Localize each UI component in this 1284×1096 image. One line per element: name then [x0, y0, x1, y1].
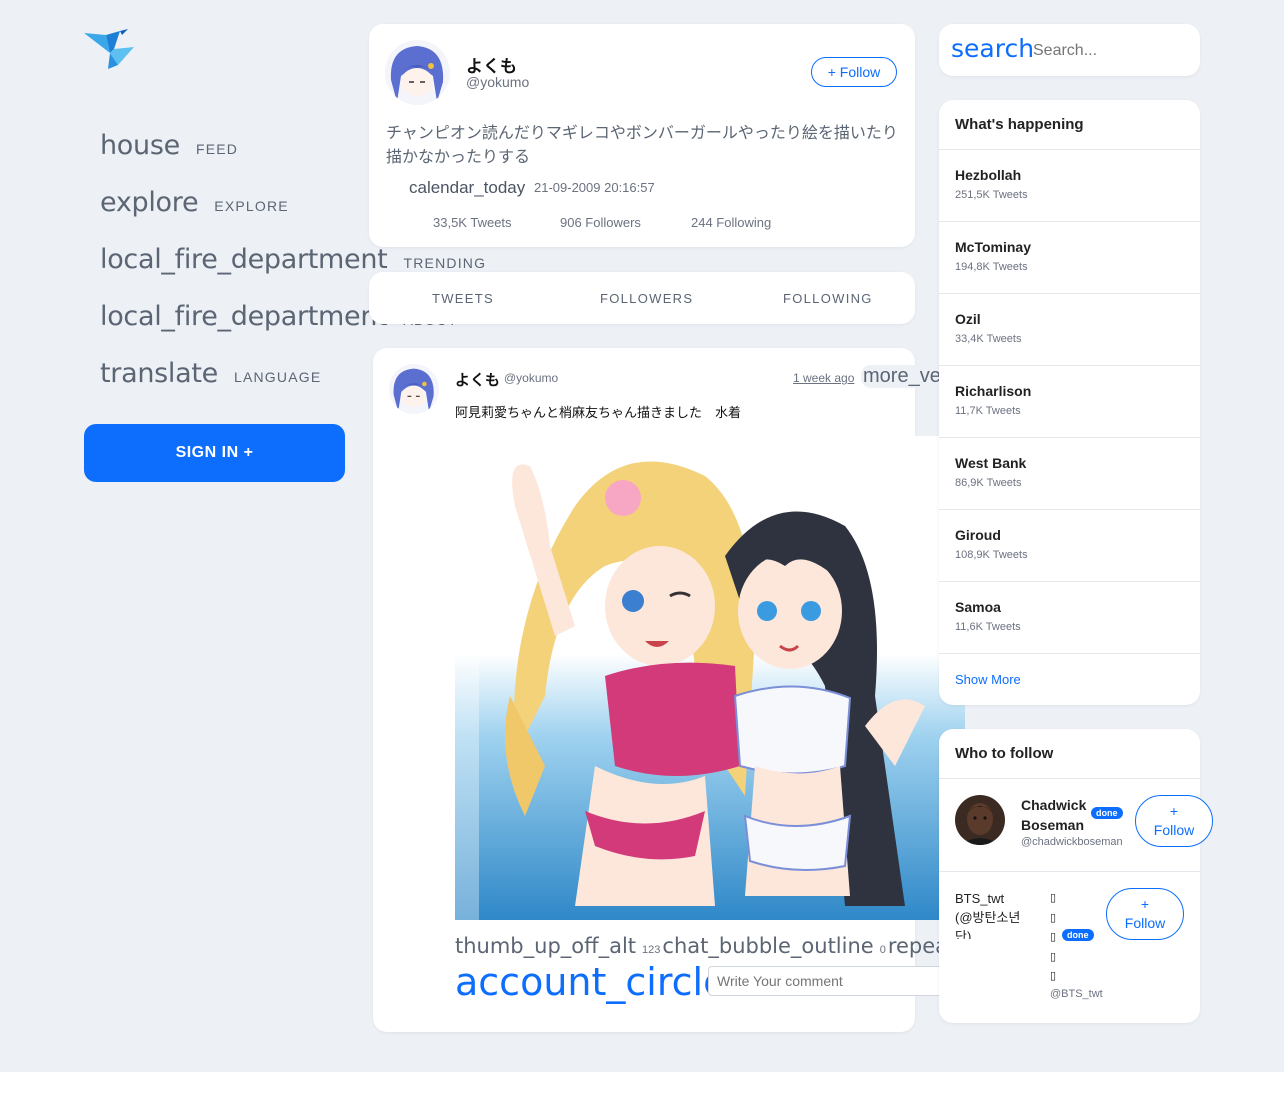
- account-circle-icon: account_circle: [455, 960, 727, 1004]
- comment-input[interactable]: [708, 966, 948, 996]
- nav-item-language[interactable]: translate LANGUAGE: [100, 358, 321, 389]
- trend-item[interactable]: Samoa 11,6K Tweets: [939, 581, 1200, 654]
- divider: [939, 778, 1200, 779]
- calendar-icon: calendar_today: [409, 178, 526, 197]
- trend-item[interactable]: Giroud 108,9K Tweets: [939, 509, 1200, 582]
- bird-logo-icon[interactable]: [84, 29, 136, 71]
- followers-count[interactable]: 906 Followers: [560, 215, 641, 230]
- user-name: Chadwick Boseman: [1021, 795, 1086, 835]
- like-count: 123: [642, 944, 661, 956]
- sign-in-button[interactable]: SIGN IN +: [84, 424, 345, 482]
- trend-name: Richarlison: [955, 383, 1032, 399]
- show-more-link[interactable]: Show More: [955, 672, 1021, 687]
- tab-followers[interactable]: FOLLOWERS: [600, 291, 693, 306]
- tweet-timestamp[interactable]: 1 week ago: [793, 371, 854, 385]
- trend-name: Ozil: [955, 311, 981, 327]
- tweet-author-name: よくも: [455, 372, 501, 389]
- trend-name: Giroud: [955, 527, 1001, 543]
- missing-glyph: ▯: [1050, 950, 1057, 963]
- avatar[interactable]: [385, 40, 450, 105]
- trend-count: 11,7K Tweets: [955, 405, 1021, 417]
- thumb-up-icon[interactable]: thumb_up_off_alt: [455, 934, 636, 958]
- chat-bubble-icon[interactable]: chat_bubble_outline: [662, 934, 873, 958]
- plus-icon: +: [1169, 803, 1179, 819]
- trend-item[interactable]: Ozil 33,4K Tweets: [939, 293, 1200, 366]
- tweet-avatar[interactable]: [389, 364, 439, 414]
- translate-icon: translate: [100, 358, 218, 389]
- search-card: search: [939, 24, 1200, 76]
- follow-label: Follow: [1124, 915, 1166, 931]
- search-input[interactable]: [1031, 36, 1195, 66]
- trend-count: 108,9K Tweets: [955, 549, 1028, 561]
- tweet-illustration-image[interactable]: [455, 436, 965, 920]
- missing-glyph: ▯: [1050, 931, 1057, 943]
- fire-icon: local_fire_department: [100, 301, 388, 332]
- profile-handle: @yokumo: [466, 74, 530, 90]
- trend-item[interactable]: West Bank 86,9K Tweets: [939, 437, 1200, 510]
- house-icon: house: [100, 130, 180, 161]
- nav-label: EXPLORE: [214, 198, 289, 214]
- nav-item-trending[interactable]: local_fire_department TRENDING: [100, 244, 486, 275]
- user-name-line: Boseman: [1021, 817, 1085, 833]
- fire-icon: local_fire_department: [100, 244, 388, 275]
- plus-icon: +: [1140, 896, 1150, 912]
- profile-card: よくも @yokumo + Follow チャンピオン読んだりマギレコやボンバー…: [369, 24, 915, 247]
- nav-label: FEED: [195, 141, 239, 157]
- trends-card: What's happening Hezbollah 251,5K Tweets…: [939, 100, 1200, 705]
- trend-name: Hezbollah: [955, 167, 1022, 183]
- divider: [939, 871, 1200, 872]
- comment-count: 0: [879, 944, 886, 956]
- more-vert-icon[interactable]: more_ve: [861, 365, 943, 388]
- missing-glyph: ▯: [1050, 892, 1057, 904]
- join-date: 21-09-2009 20:16:57: [534, 180, 655, 195]
- user-handle: @BTS_twt: [1050, 988, 1103, 1000]
- nav-label: TRENDING: [403, 255, 487, 271]
- trend-count: 251,5K Tweets: [955, 189, 1028, 201]
- tab-following[interactable]: FOLLOWING: [783, 291, 873, 306]
- tweet-text: 阿見莉愛ちゃんと梢麻友ちゃん描きました 水着: [455, 405, 742, 420]
- broken-avatar-image[interactable]: BTS_twt (@방탄소년단) twitter: [955, 889, 1027, 939]
- follow-user-button[interactable]: + Follow: [1135, 795, 1213, 847]
- user-handle: @chadwickboseman: [1021, 836, 1123, 848]
- divider: [939, 653, 1200, 654]
- nav-item-explore[interactable]: explore EXPLORE: [100, 187, 289, 218]
- follow-button[interactable]: + Follow: [811, 57, 897, 87]
- trend-count: 11,6K Tweets: [955, 621, 1021, 633]
- verified-badge: done: [1091, 807, 1123, 819]
- user-name-glyphs: ▯ ▯ ▯ ▯ ▯: [1050, 889, 1056, 987]
- missing-glyph: ▯: [1050, 911, 1057, 924]
- trend-item[interactable]: McTominay 194,8K Tweets: [939, 221, 1200, 294]
- profile-bio: チャンピオン読んだりマギレコやボンバーガールやったり絵を描いたり描かなかったりす…: [386, 125, 898, 166]
- tweets-count[interactable]: 33,5K Tweets: [433, 215, 512, 230]
- trends-title: What's happening: [955, 116, 1084, 133]
- tweet-card: よくも @yokumo 1 week ago more_ve 阿見莉愛ちゃんと梢…: [373, 348, 968, 1032]
- user-avatar[interactable]: [955, 795, 1005, 845]
- following-count[interactable]: 244 Following: [691, 215, 771, 230]
- explore-icon: explore: [100, 187, 199, 218]
- user-name-line: Chadwick: [1021, 797, 1087, 813]
- trend-count: 86,9K Tweets: [955, 477, 1022, 489]
- trend-item[interactable]: Richarlison 11,7K Tweets: [939, 365, 1200, 438]
- image-alt-text: (@방탄소년단): [955, 910, 1021, 939]
- nav-label: LANGUAGE: [233, 369, 322, 385]
- search-icon[interactable]: search: [951, 34, 1034, 63]
- trend-name: West Bank: [955, 455, 1027, 471]
- trend-count: 33,4K Tweets: [955, 333, 1022, 345]
- follow-label: Follow: [1153, 822, 1195, 838]
- trend-name: Samoa: [955, 599, 1001, 615]
- who-to-follow-card: Who to follow Chadwick Boseman done @cha…: [939, 729, 1213, 1023]
- missing-glyph: ▯: [1050, 970, 1057, 982]
- trend-item[interactable]: Hezbollah 251,5K Tweets: [939, 149, 1200, 222]
- tab-tweets[interactable]: TWEETS: [432, 291, 494, 306]
- trend-count: 194,8K Tweets: [955, 261, 1028, 273]
- tweet-actions: thumb_up_off_alt 123 chat_bubble_outline…: [455, 934, 970, 958]
- image-alt-text: BTS_twt: [955, 891, 1005, 906]
- follow-user-button[interactable]: + Follow: [1106, 888, 1184, 940]
- verified-badge: done: [1062, 929, 1094, 941]
- trend-name: McTominay: [955, 239, 1031, 255]
- profile-tabs: TWEETS FOLLOWERS FOLLOWING: [369, 272, 915, 324]
- nav-item-feed[interactable]: house FEED: [100, 130, 238, 161]
- tweet-author-handle: @yokumo: [504, 371, 559, 385]
- who-to-follow-title: Who to follow: [955, 745, 1054, 762]
